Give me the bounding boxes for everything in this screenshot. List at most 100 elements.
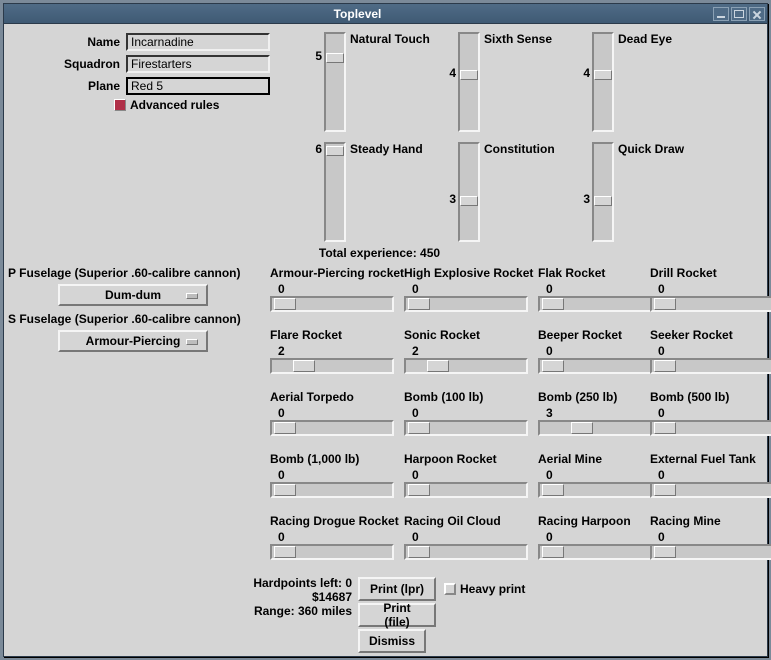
hardpoint-value: 0 [650,344,771,358]
hardpoint-sonic-rocket: Sonic Rocket2 [404,328,536,374]
hardpoint-slider[interactable] [650,420,771,436]
hardpoint-slider[interactable] [538,544,662,560]
plane-input[interactable] [126,77,270,95]
print-lpr-button[interactable]: Print (lpr) [358,577,436,601]
s-fuselage-label: S Fuselage (Superior .60-calibre cannon) [8,312,268,326]
hardpoint-slider[interactable] [270,420,394,436]
hardpoint-value: 0 [650,282,771,296]
hardpoint-racing-mine: Racing Mine0 [650,514,771,560]
s-fuselage-option[interactable]: Armour-Piercing [58,330,208,352]
skill-value: 3 [570,192,590,206]
name-label: Name [8,35,126,49]
advanced-rules-label: Advanced rules [130,98,219,112]
window-title: Toplevel [4,7,711,21]
hardpoint-slider[interactable] [270,358,394,374]
hardpoint-drill-rocket: Drill Rocket0 [650,266,771,312]
skill-sixth-sense: Sixth Sense4 [442,32,570,132]
skill-value: 4 [570,66,590,80]
skill-slider[interactable] [324,32,346,132]
skill-slider[interactable] [592,32,614,132]
skill-slider[interactable] [458,32,480,132]
heavy-print-checkbox[interactable] [444,583,456,595]
skill-slider[interactable] [458,142,480,242]
skill-quick-draw: Quick Draw3 [576,142,704,242]
skill-label: Quick Draw [618,142,684,156]
hardpoint-slider[interactable] [404,296,528,312]
close-icon[interactable] [749,7,765,21]
range: Range: 360 miles [248,604,352,618]
hardpoint-value: 0 [650,530,771,544]
hardpoint-label: Drill Rocket [650,266,771,282]
minimize-icon[interactable] [713,7,729,21]
hardpoint-label: Harpoon Rocket [404,452,536,468]
hardpoint-label: Bomb (500 lb) [650,390,771,406]
skill-constitution: Constitution3 [442,142,570,242]
hardpoint-external-fuel-tank: External Fuel Tank0 [650,452,771,498]
hardpoint-slider[interactable] [650,544,771,560]
maximize-icon[interactable] [731,7,747,21]
squadron-input[interactable] [126,55,270,73]
hardpoints-left: Hardpoints left: 0 [248,576,352,590]
hardpoint-slider[interactable] [270,544,394,560]
dismiss-button[interactable]: Dismiss [358,629,426,653]
hardpoint-value: 0 [270,282,402,296]
dropdown-handle-icon [186,339,198,345]
heavy-print-label: Heavy print [460,582,525,596]
cost: $14687 [248,590,352,604]
name-input[interactable] [126,33,270,51]
hardpoint-label: Bomb (1,000 lb) [270,452,402,468]
squadron-label: Squadron [8,57,126,71]
hardpoint-value: 0 [404,530,536,544]
hardpoint-slider[interactable] [650,358,771,374]
hardpoint-value: 2 [270,344,402,358]
hardpoint-label: Sonic Rocket [404,328,536,344]
skill-steady-hand: Steady Hand6 [308,142,436,242]
hardpoint-slider[interactable] [404,358,528,374]
hardpoint-value: 0 [270,468,402,482]
skill-dead-eye: Dead Eye4 [576,32,704,132]
hardpoint-bomb-100-lb-: Bomb (100 lb)0 [404,390,536,436]
hardpoint-label: Racing Drogue Rocket [270,514,402,530]
hardpoint-racing-oil-cloud: Racing Oil Cloud0 [404,514,536,560]
hardpoint-slider[interactable] [270,296,394,312]
client-area: Name Squadron Plane Advanced rules Total… [8,28,763,652]
skill-label: Sixth Sense [484,32,552,46]
hardpoint-slider[interactable] [538,420,662,436]
hardpoint-label: Flare Rocket [270,328,402,344]
skill-label: Dead Eye [618,32,672,46]
hardpoint-label: Racing Oil Cloud [404,514,536,530]
hardpoint-label: Bomb (100 lb) [404,390,536,406]
skill-value: 4 [436,66,456,80]
hardpoint-label: High Explosive Rocket [404,266,536,282]
hardpoint-slider[interactable] [404,420,528,436]
hardpoint-slider[interactable] [538,482,662,498]
skill-label: Constitution [484,142,555,156]
print-file-button[interactable]: Print (file) [358,603,436,627]
hardpoint-high-explosive-rocket: High Explosive Rocket0 [404,266,536,312]
hardpoint-value: 0 [650,468,771,482]
p-fuselage-option[interactable]: Dum-dum [58,284,208,306]
hardpoint-slider[interactable] [538,358,662,374]
skill-natural-touch: Natural Touch5 [308,32,436,132]
hardpoint-value: 0 [270,406,402,420]
hardpoint-label: Armour-Piercing rocket [270,266,402,282]
skill-slider[interactable] [592,142,614,242]
hardpoint-slider[interactable] [650,296,771,312]
hardpoint-slider[interactable] [538,296,662,312]
hardpoint-slider[interactable] [404,544,528,560]
advanced-rules-checkbox[interactable] [114,99,126,111]
hardpoint-slider[interactable] [270,482,394,498]
skill-label: Steady Hand [350,142,423,156]
hardpoint-racing-drogue-rocket: Racing Drogue Rocket0 [270,514,402,560]
hardpoint-value: 2 [404,344,536,358]
hardpoint-slider[interactable] [404,482,528,498]
hardpoint-label: External Fuel Tank [650,452,771,468]
skill-slider[interactable] [324,142,346,242]
hardpoint-label: Racing Mine [650,514,771,530]
hardpoint-flare-rocket: Flare Rocket2 [270,328,402,374]
hardpoint-label: Seeker Rocket [650,328,771,344]
hardpoint-value: 0 [404,406,536,420]
plane-label: Plane [8,79,126,93]
skill-value: 3 [436,192,456,206]
hardpoint-slider[interactable] [650,482,771,498]
